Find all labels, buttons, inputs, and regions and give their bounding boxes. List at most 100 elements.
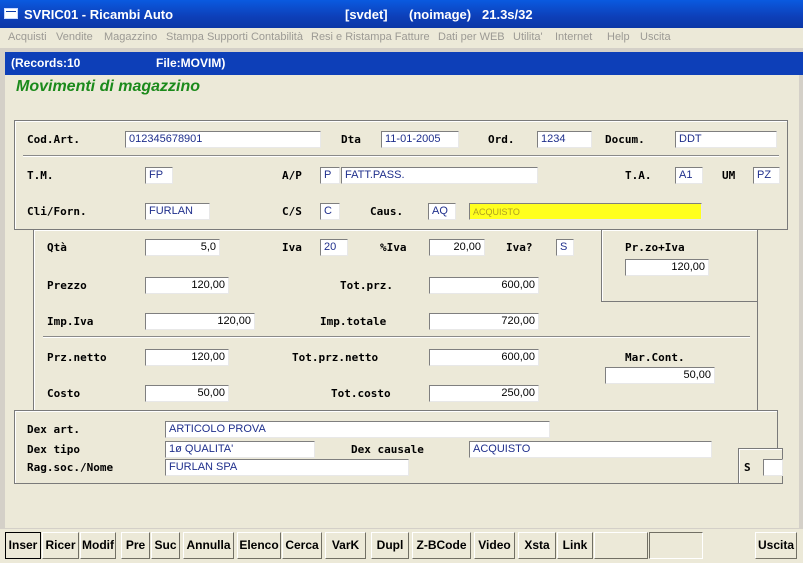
iva-label: Iva (282, 241, 302, 254)
form-header: (Records:10 File:MOVIM) (5, 52, 803, 75)
menu-stampa-supporti[interactable]: Stampa Supporti Contabilità (166, 31, 303, 43)
form-title: Movimenti di magazzino (16, 78, 201, 95)
menu-help[interactable]: Help (607, 31, 630, 43)
caus-label: Caus. (370, 205, 404, 218)
totprz-field[interactable]: 600,00 (429, 277, 539, 294)
piva-field[interactable]: 20,00 (429, 239, 485, 256)
impiva-field[interactable]: 120,00 (145, 313, 255, 330)
elenco-button[interactable]: Elenco (237, 532, 281, 559)
cliforn-label: Cli/Forn. (27, 205, 87, 218)
ragsoc-label: Rag.soc./Nome (27, 461, 114, 474)
video-button[interactable]: Video (474, 532, 515, 559)
suc-button[interactable]: Suc (151, 532, 180, 559)
codart-field[interactable]: 012345678901 (125, 131, 321, 148)
pre-button[interactable]: Pre (121, 532, 150, 559)
menu-internet[interactable]: Internet (555, 31, 592, 43)
prezzo-field[interactable]: 120,00 (145, 277, 229, 294)
prznetto-label: Prz.netto (47, 351, 107, 364)
cerca-button[interactable]: Cerca (282, 532, 322, 559)
annulla-button[interactable]: Annulla (183, 532, 234, 559)
menu-uscita[interactable]: Uscita (640, 31, 671, 43)
caus-description-field: ACQUISTO (469, 203, 702, 220)
dexcausale-field[interactable]: ACQUISTO (469, 441, 712, 458)
s-label: S (744, 461, 751, 474)
date-field[interactable]: 11-01-2005 (381, 131, 459, 148)
prznetto-field[interactable]: 120,00 (145, 349, 229, 366)
dupl-button[interactable]: Dupl (371, 532, 409, 559)
costo-label: Costo (47, 387, 81, 400)
blank-button[interactable] (594, 532, 648, 559)
ricer-button[interactable]: Ricer (42, 532, 79, 559)
costo-field[interactable]: 50,00 (145, 385, 229, 402)
blank-button[interactable] (649, 532, 703, 559)
przziva-label: Pr.zo+Iva (625, 241, 685, 254)
file-name: File:MOVIM) (156, 56, 226, 70)
totcosto-field[interactable]: 250,00 (429, 385, 539, 402)
tm-field[interactable]: FP (145, 167, 173, 184)
link-button[interactable]: Link (557, 532, 593, 559)
iva-field[interactable]: 20 (320, 239, 348, 256)
totprznetto-field[interactable]: 600,00 (429, 349, 539, 366)
divider (23, 155, 779, 157)
window-version: 21.3s/32 (482, 7, 533, 22)
ivaq-label: Iva? (506, 241, 533, 254)
title-bar: SVRIC01 - Ricambi Auto [svdet] (noimage)… (0, 0, 803, 28)
order-field[interactable]: 1234 (537, 131, 592, 148)
dexart-label: Dex art. (27, 423, 80, 436)
qta-label: Qtà (47, 241, 67, 254)
ta-label: T.A. (625, 169, 652, 182)
menu-magazzino[interactable]: Magazzino (104, 31, 157, 43)
window-image: (noimage) (409, 7, 472, 22)
document-field[interactable]: DDT (675, 131, 777, 148)
ap-description-field[interactable]: FATT.PASS. (341, 167, 538, 184)
menu-acquisti[interactable]: Acquisti (8, 31, 47, 43)
ta-field[interactable]: A1 (675, 167, 703, 184)
cs-field[interactable]: C (320, 203, 340, 220)
imptotale-label: Imp.totale (320, 315, 387, 328)
inser-button[interactable]: Inser (5, 532, 41, 559)
ord-label: Ord. (488, 133, 515, 146)
window-icon[interactable] (4, 8, 18, 19)
ap-label: A/P (282, 169, 302, 182)
dextipo-label: Dex tipo (27, 443, 80, 456)
totprznetto-label: Tot.prz.netto (292, 351, 379, 364)
ivaq-field[interactable]: S (556, 239, 574, 256)
dta-label: Dta (341, 133, 361, 146)
cs-label: C/S (282, 205, 302, 218)
dextipo-field[interactable]: 1ø QUALITA' (165, 441, 315, 458)
dexart-field[interactable]: ARTICOLO PROVA (165, 421, 550, 438)
ragsoc-field[interactable]: FURLAN SPA (165, 459, 409, 476)
dexcausale-label: Dex causale (351, 443, 424, 456)
modif-button[interactable]: Modif (80, 532, 116, 559)
menu-vendite[interactable]: Vendite (56, 31, 93, 43)
menu-dati-web[interactable]: Dati per WEB (438, 31, 505, 43)
impiva-label: Imp.Iva (47, 315, 94, 328)
imptotale-field[interactable]: 720,00 (429, 313, 539, 330)
marcont-label: Mar.Cont. (625, 351, 685, 364)
divider (43, 336, 750, 338)
menu-resi-ristampa[interactable]: Resi e Ristampa Fatture (311, 31, 430, 43)
marcont-field[interactable]: 50,00 (605, 367, 715, 384)
um-field[interactable]: PZ (753, 167, 780, 184)
vark-button[interactable]: VarK (325, 532, 366, 559)
menu-utilita[interactable]: Utilita' (513, 31, 543, 43)
totprz-label: Tot.prz. (340, 279, 393, 292)
qta-field[interactable]: 5,0 (145, 239, 220, 256)
piva-label: %Iva (380, 241, 407, 254)
cliforn-field[interactable]: FURLAN (145, 203, 210, 220)
docum-label: Docum. (605, 133, 645, 146)
xsta-button[interactable]: Xsta (518, 532, 556, 559)
codart-label: Cod.Art. (27, 133, 80, 146)
um-label: UM (722, 169, 736, 182)
przziva-field[interactable]: 120,00 (625, 259, 709, 276)
totcosto-label: Tot.costo (331, 387, 391, 400)
uscita-button[interactable]: Uscita (755, 532, 797, 559)
window-mode: [svdet] (345, 7, 388, 22)
caus-field[interactable]: AQ (428, 203, 456, 220)
ap-field[interactable]: P (320, 167, 340, 184)
zbcode-button[interactable]: Z-BCode (412, 532, 471, 559)
s-field[interactable] (763, 459, 783, 476)
records-count: (Records:10 (11, 56, 81, 70)
prezzo-label: Prezzo (47, 279, 87, 292)
window-title: SVRIC01 - Ricambi Auto (24, 7, 174, 22)
